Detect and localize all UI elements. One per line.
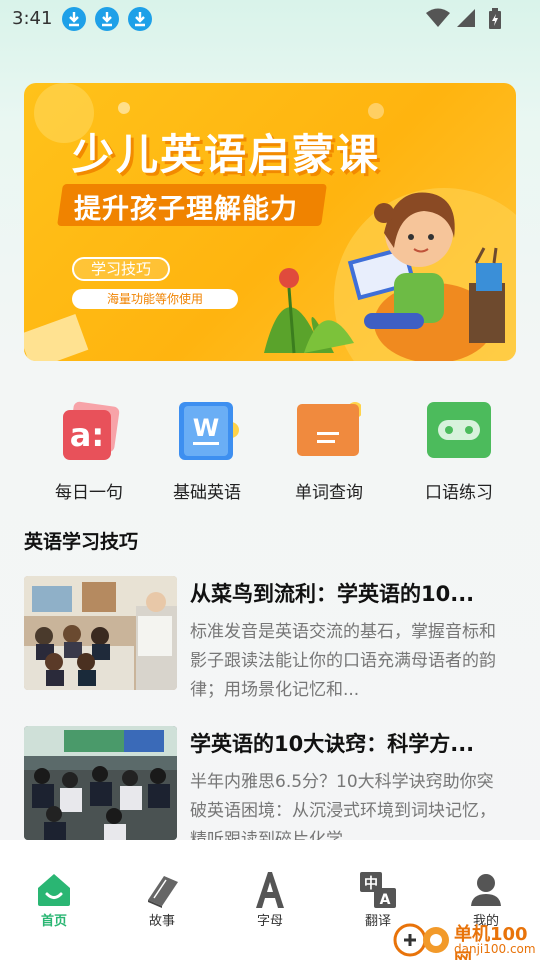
nav-label: 故事 (148, 914, 175, 929)
banner-tagline: 海量功能等你使用 (72, 289, 238, 309)
nav-item-letters[interactable]: 字母 (230, 870, 310, 929)
svg-text:a:: a: (70, 416, 104, 454)
signal-icon (457, 9, 475, 27)
nav-item-stories[interactable]: 故事 (122, 870, 202, 929)
daily-sentence-icon: a: (57, 400, 121, 464)
article-card[interactable]: 从菜鸟到流利：学英语的10... 标准发音是英语交流的基石，掌握音标和影子跟读法… (24, 576, 516, 700)
quick-entry-basic-english[interactable]: W 基础英语 (152, 400, 262, 503)
svg-text:A: A (380, 892, 391, 908)
nav-item-home[interactable]: 首页 (14, 870, 94, 929)
child-reading-illustration (264, 192, 505, 361)
download-icon (62, 7, 86, 31)
basic-english-icon: W (175, 400, 239, 464)
home-icon (34, 870, 74, 910)
article-summary: 标准发音是英语交流的基石，掌握音标和影子跟读法能让你的口语充满母语者的韵律；用场… (190, 622, 496, 700)
wifi-icon (426, 8, 450, 27)
download-icon (95, 7, 119, 31)
quick-entry-label: 口语练习 (425, 483, 493, 503)
promo-banner[interactable]: 少儿英语启蒙课 提升孩子理解能力 学习技巧 海量功能等你使用 (24, 83, 516, 361)
section-title: 英语学习技巧 (24, 531, 139, 553)
quick-entry-daily-sentence[interactable]: a: 每日一句 (34, 400, 144, 503)
banner-pill: 学习技巧 (72, 257, 170, 281)
translate-icon: 中 A (358, 870, 398, 910)
status-time: 3:41 (12, 8, 53, 29)
article-thumbnail (24, 576, 177, 690)
quick-entry-label: 单词查询 (295, 483, 363, 503)
article-card[interactable]: 学英语的10大诀窍：科学方... 半年内雅思6.5分？10大科学诀窍助你突破英语… (24, 726, 516, 850)
watermark-url: danji100.com (454, 942, 536, 956)
svg-text:W: W (193, 414, 219, 442)
book-icon (142, 870, 182, 910)
quick-entry-label: 基础英语 (173, 483, 241, 503)
article-title: 学英语的10大诀窍：科学方... (190, 732, 475, 756)
quick-entry-label: 每日一句 (55, 483, 123, 503)
download-icon (128, 7, 152, 31)
word-lookup-icon (297, 400, 363, 464)
speaking-practice-icon (427, 400, 491, 464)
battery-icon (489, 8, 501, 29)
article-title: 从菜鸟到流利：学英语的10... (190, 582, 475, 606)
letter-a-icon (250, 870, 290, 910)
nav-label: 字母 (256, 914, 283, 929)
site-watermark: 单机100网 danji100.com (392, 918, 540, 960)
quick-entry-word-lookup[interactable]: 单词查询 (274, 400, 384, 503)
watermark-logo-icon (393, 923, 449, 957)
nav-label: 首页 (40, 914, 67, 929)
quick-entry-speaking-practice[interactable]: 口语练习 (404, 400, 514, 503)
profile-icon (466, 870, 506, 910)
status-bar: 3:41 (0, 0, 540, 38)
article-thumbnail (24, 726, 177, 840)
